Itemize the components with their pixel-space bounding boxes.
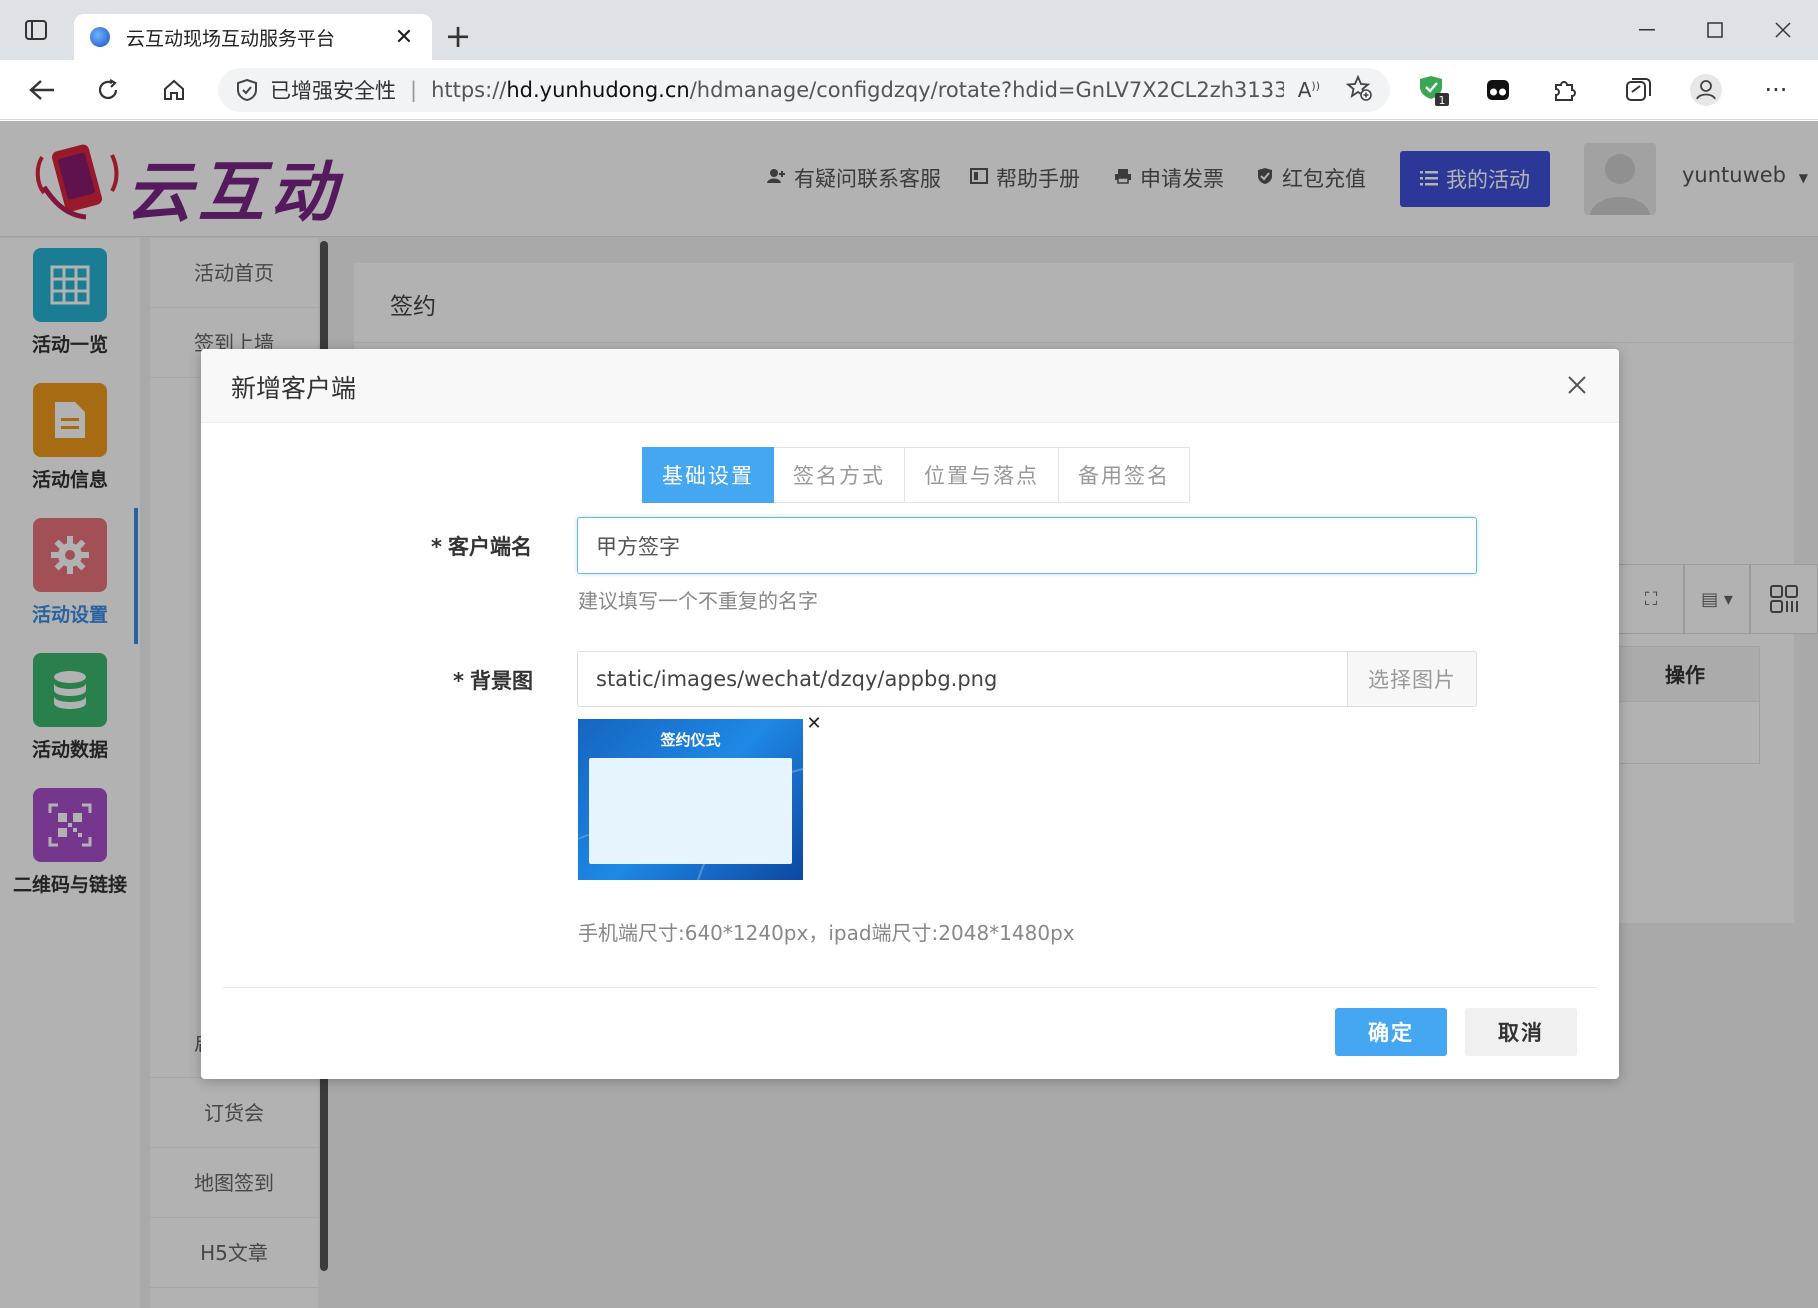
back-icon[interactable] <box>22 70 62 110</box>
address-separator: | <box>410 78 418 102</box>
extension-glasses-icon[interactable] <box>1478 70 1518 110</box>
preview-caption: 签约仪式 <box>660 731 721 749</box>
extensions-puzzle-icon[interactable] <box>1544 70 1584 110</box>
address-bar[interactable]: 已增强安全性 | https://hd.yunhudong.cn/hdmanag… <box>218 68 1390 112</box>
browser-tab-title: 云互动现场互动服务平台 <box>126 27 336 50</box>
tab-signature-method[interactable]: 签名方式 <box>774 447 905 503</box>
remove-image-icon[interactable]: ✕ <box>805 715 823 733</box>
svg-text:1: 1 <box>1439 94 1446 107</box>
confirm-button[interactable]: 确定 <box>1335 1008 1447 1056</box>
background-image-label: * 背景图 <box>453 669 533 693</box>
adblock-extension-icon[interactable]: 1 <box>1414 70 1454 110</box>
site-favicon-icon <box>90 27 110 47</box>
add-client-dialog: 新增客户端 基础设置 签名方式 位置与落点 备用签名 *客户端名 建议填写一个不… <box>201 349 1619 1079</box>
choose-image-button[interactable]: 选择图片 <box>1347 651 1477 707</box>
cancel-button[interactable]: 取消 <box>1465 1008 1577 1056</box>
minimize-icon[interactable] <box>1622 10 1672 50</box>
client-name-hint: 建议填写一个不重复的名字 <box>578 589 818 613</box>
security-label: 已增强安全性 <box>270 79 396 103</box>
collections-icon[interactable] <box>1618 70 1658 110</box>
dialog-title: 新增客户端 <box>231 374 357 403</box>
new-tab-button[interactable]: + <box>440 16 476 56</box>
dialog-footer-divider <box>223 987 1597 988</box>
home-icon[interactable] <box>154 70 194 110</box>
refresh-icon[interactable] <box>88 70 128 110</box>
shield-icon <box>237 78 257 102</box>
browser-toolbar: 已增强安全性 | https://hd.yunhudong.cn/hdmanag… <box>0 60 1818 120</box>
image-size-hint: 手机端尺寸:640*1240px，ipad端尺寸:2048*1480px <box>578 921 1075 945</box>
more-options-icon[interactable]: ··· <box>1756 70 1796 110</box>
close-tab-icon[interactable]: ✕ <box>392 25 416 50</box>
client-name-label: * 客户端名 <box>431 535 532 559</box>
maximize-icon[interactable] <box>1690 10 1740 50</box>
background-image-preview: 签约仪式 <box>578 719 803 880</box>
browser-tabbar: 云互动现场互动服务平台 ✕ + <box>0 0 1818 60</box>
browser-tab[interactable]: 云互动现场互动服务平台 ✕ <box>74 14 432 60</box>
url-text: https://hd.yunhudong.cn/hdmanage/configd… <box>431 78 1284 102</box>
preview-panel <box>589 758 792 864</box>
dialog-header: 新增客户端 <box>201 349 1619 423</box>
read-aloud-icon[interactable]: A)) <box>1298 78 1320 102</box>
background-image-input[interactable] <box>577 651 1347 707</box>
close-icon[interactable] <box>1559 367 1595 403</box>
tab-position-landing[interactable]: 位置与落点 <box>905 447 1059 503</box>
close-window-icon[interactable] <box>1758 10 1808 50</box>
favorite-add-icon[interactable] <box>1345 74 1372 106</box>
tab-basic-settings[interactable]: 基础设置 <box>642 447 774 503</box>
client-name-input[interactable] <box>577 517 1477 574</box>
profile-icon[interactable] <box>1686 70 1726 110</box>
tab-actions-icon[interactable] <box>16 14 56 46</box>
dialog-tabs: 基础设置 签名方式 位置与落点 备用签名 <box>642 447 1190 503</box>
tab-backup-signature[interactable]: 备用签名 <box>1059 447 1190 503</box>
